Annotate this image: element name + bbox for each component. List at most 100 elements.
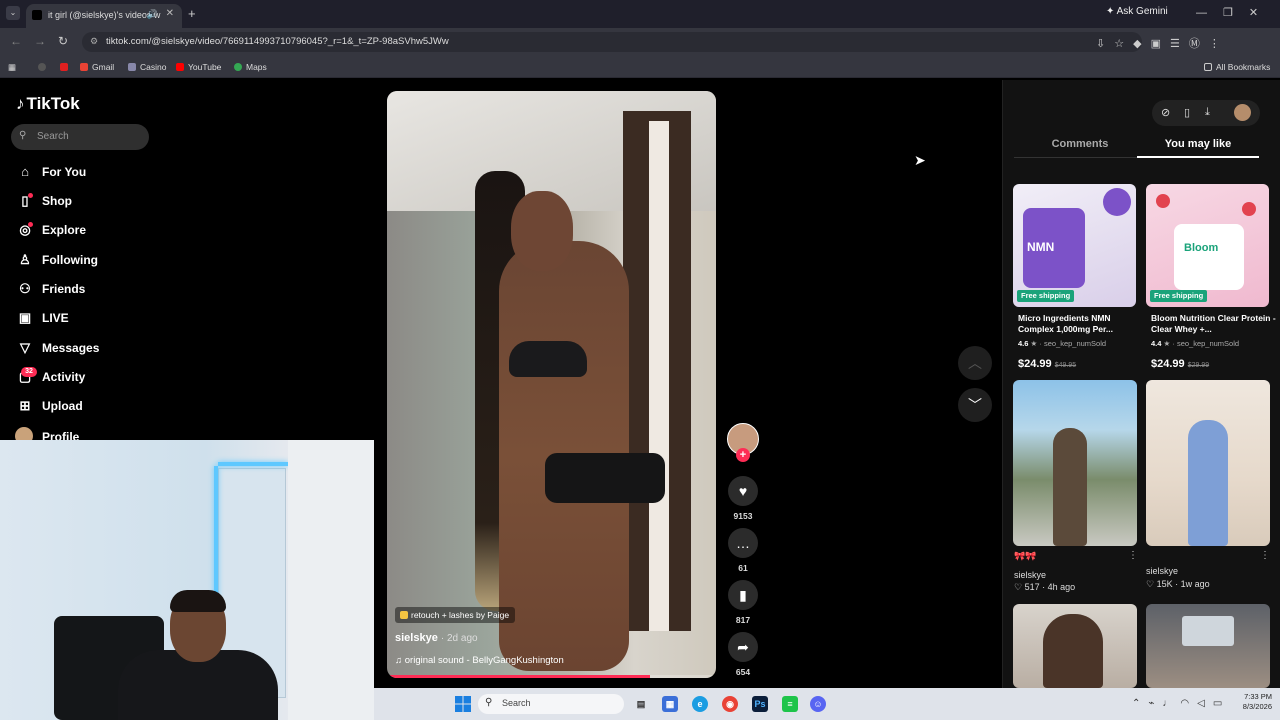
windows-start-icon[interactable]	[455, 696, 471, 712]
sidebar-item-live[interactable]: ▣ LIVE	[15, 310, 69, 326]
more-options-icon[interactable]: ⋮	[1128, 550, 1138, 561]
speaker-icon[interactable]: 🔊	[147, 9, 158, 20]
video-author[interactable]: sielskye	[1014, 570, 1046, 580]
apps-grid-icon[interactable]: ▦	[8, 62, 16, 73]
discord-icon[interactable]: ☺	[810, 696, 826, 712]
maximize-icon[interactable]: ❐	[1223, 7, 1233, 19]
sidebar-item-for-you[interactable]: ⌂ For You	[15, 164, 86, 179]
video-thumbnail[interactable]	[1146, 380, 1270, 546]
bookmark-star-icon[interactable]: ☆	[1114, 38, 1133, 50]
clock-date: 8/3/2026	[1242, 702, 1272, 711]
address-bar[interactable]: ⚙ tiktok.com/@sielskye/video/76691149937…	[82, 32, 1142, 52]
product-card-image[interactable]: Bloom Free shipping	[1146, 184, 1269, 307]
caption-tag[interactable]: retouch + lashes by Paige	[395, 607, 516, 623]
sidebar-item-messages[interactable]: ▽ Messages	[15, 340, 99, 356]
sold-label: seo_kep_numSold	[1176, 339, 1240, 348]
mic-icon[interactable]: ♩	[1162, 698, 1180, 709]
tab-comments[interactable]: Comments	[1020, 138, 1140, 150]
volume-icon[interactable]: ◁	[1197, 698, 1213, 709]
download-icon[interactable]: ⤓	[1205, 106, 1210, 119]
taskbar-clock[interactable]: 7:33 PM 8/3/2026	[1232, 692, 1272, 712]
search-input[interactable]: ⚲ Search	[11, 124, 149, 150]
user-avatar[interactable]	[1234, 104, 1251, 121]
system-tray: ⌃⌁♩◠◁▭	[1132, 698, 1230, 709]
minimize-icon[interactable]: —	[1196, 7, 1207, 19]
phone-icon[interactable]: ▯	[1184, 106, 1190, 119]
profile-m-icon[interactable]: Ⓜ	[1189, 38, 1209, 50]
live-icon: ▣	[18, 310, 32, 325]
tiktok-logo[interactable]: ♪ TikTok	[16, 94, 80, 114]
video-likes: ♡ 517 · 4h ago	[1014, 582, 1076, 592]
save-button[interactable]: ▮	[728, 580, 758, 610]
share-button[interactable]: ➦	[728, 632, 758, 662]
reload-icon[interactable]: ↻	[58, 34, 68, 48]
product-title[interactable]: Bloom Nutrition Clear Protein - Clear Wh…	[1151, 313, 1276, 335]
sidebar-item-upload[interactable]: ⊞ Upload	[15, 398, 83, 414]
new-tab-button[interactable]: +	[188, 6, 196, 21]
chevron-up-icon[interactable]: ⌃	[1132, 698, 1148, 709]
back-icon[interactable]: ←	[10, 34, 22, 48]
forward-icon[interactable]: →	[34, 34, 46, 48]
bookmark-youtube-red[interactable]	[60, 62, 72, 72]
follow-plus-button[interactable]: +	[736, 448, 750, 462]
video-thumbnail[interactable]	[1013, 604, 1137, 688]
sidebar-item-label: Upload	[42, 399, 83, 413]
video-thumbnail[interactable]	[1013, 380, 1137, 546]
store-icon[interactable]: ▦	[662, 696, 678, 712]
compass-small-icon[interactable]: ⊘	[1161, 106, 1170, 119]
previous-video-button[interactable]: ︿	[958, 346, 992, 380]
taskbar-search[interactable]: ⚲ Search	[478, 694, 624, 714]
sidebar-item-following[interactable]: ♙ Following	[15, 252, 98, 268]
install-app-icon[interactable]: ⇩	[1096, 38, 1114, 50]
close-window-icon[interactable]: ✕	[1249, 7, 1258, 19]
task-view-icon[interactable]: ▤	[633, 696, 649, 712]
tab-search-button[interactable]: ⌄	[6, 6, 20, 20]
menu-icon[interactable]: ☰	[1170, 38, 1189, 50]
video-author[interactable]: sielskye	[1146, 566, 1178, 576]
video-sound[interactable]: ♫ original sound - BellyGangKushington	[395, 655, 564, 666]
extension-icon[interactable]: ◆	[1133, 38, 1150, 50]
next-video-button[interactable]: ﹀	[958, 388, 992, 422]
free-shipping-badge: Free shipping	[1017, 290, 1075, 302]
video-player[interactable]: retouch + lashes by Paige sielskye · 2d …	[387, 91, 716, 678]
all-bookmarks-button[interactable]: All Bookmarks	[1204, 62, 1270, 72]
video-thumbnail[interactable]	[1146, 604, 1270, 688]
product-title[interactable]: Micro Ingredients NMN Complex 1,000mg Pe…	[1018, 313, 1143, 335]
video-author[interactable]: sielskye · 2d ago	[395, 632, 478, 644]
comment-button[interactable]: …	[728, 528, 758, 558]
sidebar-item-explore[interactable]: ◎ Explore	[15, 222, 86, 238]
edge-icon[interactable]: e	[692, 696, 708, 712]
tab-you-may-like[interactable]: You may like	[1138, 138, 1258, 150]
sidebar-item-label: For You	[42, 165, 87, 179]
explore-notification-dot	[28, 222, 33, 227]
spotify-icon[interactable]: ≡	[782, 696, 798, 712]
video-progress-bar[interactable]	[387, 675, 716, 678]
gmail-icon	[80, 63, 88, 71]
chrome-icon[interactable]: ◉	[722, 696, 738, 712]
sidebar-item-label: Activity	[42, 370, 86, 384]
bookmark-maps[interactable]: Maps	[234, 62, 267, 72]
sidebar-item-shop[interactable]: ▯ Shop	[15, 193, 72, 209]
network-icon[interactable]: ⌁	[1148, 698, 1162, 709]
like-button[interactable]: ♥	[728, 476, 758, 506]
shop-notification-dot	[28, 193, 33, 198]
site-info-icon[interactable]: ⚙	[90, 36, 98, 47]
bookmark-casino[interactable]: Casino	[128, 62, 166, 72]
bookmark-github[interactable]	[38, 62, 50, 72]
bookmark-gmail[interactable]: Gmail	[80, 62, 114, 72]
bookmark-youtube[interactable]: YouTube	[176, 62, 221, 72]
browser-tab[interactable]: it girl (@sielskye)'s videos w 🔊 ✕	[26, 4, 182, 28]
kebab-menu-icon[interactable]: ⋮	[1209, 38, 1229, 50]
search-icon: ⚲	[19, 130, 27, 141]
close-tab-icon[interactable]: ✕	[166, 8, 174, 19]
video-username[interactable]: sielskye	[395, 632, 438, 644]
ask-gemini-button[interactable]: ✦ Ask Gemini	[1106, 6, 1168, 17]
wifi-icon[interactable]: ◠	[1180, 698, 1197, 709]
photoshop-icon[interactable]: Ps	[752, 696, 768, 712]
battery-icon[interactable]: ▭	[1213, 698, 1230, 709]
puzzle-icon[interactable]: ▣	[1151, 38, 1170, 50]
more-options-icon[interactable]: ⋮	[1260, 550, 1270, 561]
product-card-image[interactable]: NMN Free shipping	[1013, 184, 1136, 307]
sidebar-item-friends[interactable]: ⚇ Friends	[15, 281, 85, 297]
posted-ago: 4h ago	[1047, 582, 1076, 592]
